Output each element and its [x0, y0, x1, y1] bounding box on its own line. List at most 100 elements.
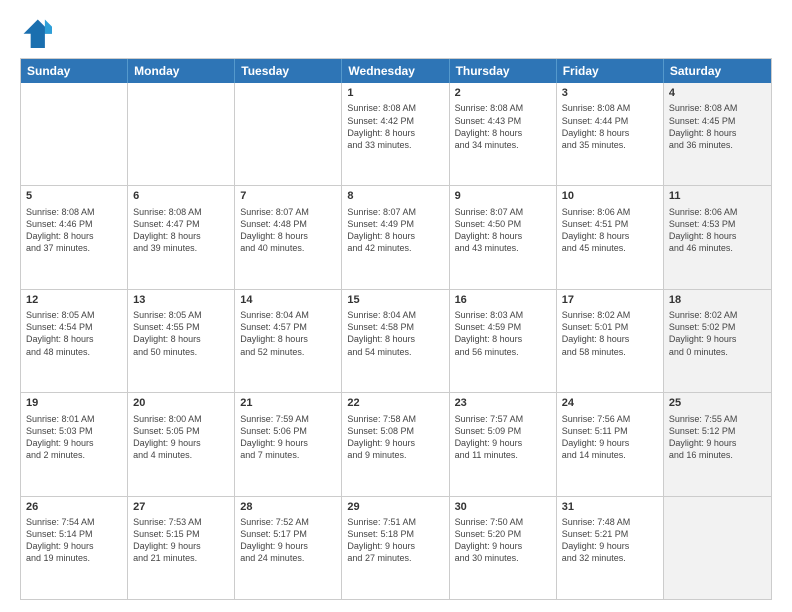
- day-number: 9: [455, 189, 551, 204]
- day-info: Sunrise: 7:50 AM Sunset: 5:20 PM Dayligh…: [455, 516, 551, 565]
- page: SundayMondayTuesdayWednesdayThursdayFrid…: [0, 0, 792, 612]
- weekday-header-monday: Monday: [128, 59, 235, 83]
- calendar-cell: 13Sunrise: 8:05 AM Sunset: 4:55 PM Dayli…: [128, 290, 235, 392]
- day-info: Sunrise: 8:02 AM Sunset: 5:02 PM Dayligh…: [669, 309, 766, 358]
- day-info: Sunrise: 8:08 AM Sunset: 4:47 PM Dayligh…: [133, 206, 229, 255]
- calendar-cell: 11 Sunrise: 8:06 AM Sunset: 4:53 PM Dayli…: [664, 186, 771, 288]
- calendar-cell: 5 Sunrise: 8:08 AM Sunset: 4:46 PM Daylig…: [21, 186, 128, 288]
- day-number: 29: [347, 500, 443, 515]
- day-info: Sunrise: 8:05 AM Sunset: 4:55 PM Dayligh…: [133, 309, 229, 358]
- day-number: 1: [347, 86, 443, 101]
- day-number: 2: [455, 86, 551, 101]
- calendar-cell: 31Sunrise: 7:48 AM Sunset: 5:21 PM Dayli…: [557, 497, 664, 599]
- calendar-cell: 16Sunrise: 8:03 AM Sunset: 4:59 PM Dayli…: [450, 290, 557, 392]
- day-info: Sunrise: 7:52 AM Sunset: 5:17 PM Dayligh…: [240, 516, 336, 565]
- day-info: Sunrise: 8:05 AM Sunset: 4:54 PM Dayligh…: [26, 309, 122, 358]
- day-info: Sunrise: 8:07 AM Sunset: 4:48 PM Dayligh…: [240, 206, 336, 255]
- day-number: 7: [240, 189, 336, 204]
- calendar-cell: 30Sunrise: 7:50 AM Sunset: 5:20 PM Dayli…: [450, 497, 557, 599]
- day-number: 20: [133, 396, 229, 411]
- day-number: 19: [26, 396, 122, 411]
- day-info: Sunrise: 7:55 AM Sunset: 5:12 PM Dayligh…: [669, 413, 766, 462]
- calendar-cell: 12Sunrise: 8:05 AM Sunset: 4:54 PM Dayli…: [21, 290, 128, 392]
- calendar-header: SundayMondayTuesdayWednesdayThursdayFrid…: [21, 59, 771, 83]
- calendar-cell: 4Sunrise: 8:08 AM Sunset: 4:45 PM Daylig…: [664, 83, 771, 185]
- calendar-row-0: 1Sunrise: 8:08 AM Sunset: 4:42 PM Daylig…: [21, 83, 771, 185]
- calendar: SundayMondayTuesdayWednesdayThursdayFrid…: [20, 58, 772, 600]
- day-number: 11: [669, 189, 766, 204]
- calendar-cell: 29Sunrise: 7:51 AM Sunset: 5:18 PM Dayli…: [342, 497, 449, 599]
- calendar-cell: 10Sunrise: 8:06 AM Sunset: 4:51 PM Dayli…: [557, 186, 664, 288]
- day-number: 18: [669, 293, 766, 308]
- day-number: 15: [347, 293, 443, 308]
- day-number: 13: [133, 293, 229, 308]
- calendar-cell: 28Sunrise: 7:52 AM Sunset: 5:17 PM Dayli…: [235, 497, 342, 599]
- calendar-cell: 7 Sunrise: 8:07 AM Sunset: 4:48 PM Daylig…: [235, 186, 342, 288]
- day-number: 17: [562, 293, 658, 308]
- weekday-header-saturday: Saturday: [664, 59, 771, 83]
- calendar-cell: 9 Sunrise: 8:07 AM Sunset: 4:50 PM Daylig…: [450, 186, 557, 288]
- day-info: Sunrise: 8:08 AM Sunset: 4:45 PM Dayligh…: [669, 102, 766, 151]
- weekday-header-friday: Friday: [557, 59, 664, 83]
- calendar-cell: 2Sunrise: 8:08 AM Sunset: 4:43 PM Daylig…: [450, 83, 557, 185]
- day-info: Sunrise: 8:06 AM Sunset: 4:51 PM Dayligh…: [562, 206, 658, 255]
- day-number: 14: [240, 293, 336, 308]
- day-number: 3: [562, 86, 658, 101]
- day-number: 8: [347, 189, 443, 204]
- day-info: Sunrise: 7:58 AM Sunset: 5:08 PM Dayligh…: [347, 413, 443, 462]
- day-number: 21: [240, 396, 336, 411]
- day-info: Sunrise: 8:00 AM Sunset: 5:05 PM Dayligh…: [133, 413, 229, 462]
- day-number: 30: [455, 500, 551, 515]
- calendar-cell: 26Sunrise: 7:54 AM Sunset: 5:14 PM Dayli…: [21, 497, 128, 599]
- day-info: Sunrise: 8:01 AM Sunset: 5:03 PM Dayligh…: [26, 413, 122, 462]
- day-number: 22: [347, 396, 443, 411]
- calendar-body: 1Sunrise: 8:08 AM Sunset: 4:42 PM Daylig…: [21, 83, 771, 599]
- calendar-row-1: 5 Sunrise: 8:08 AM Sunset: 4:46 PM Daylig…: [21, 185, 771, 288]
- calendar-cell: 1Sunrise: 8:08 AM Sunset: 4:42 PM Daylig…: [342, 83, 449, 185]
- calendar-cell: 18Sunrise: 8:02 AM Sunset: 5:02 PM Dayli…: [664, 290, 771, 392]
- day-info: Sunrise: 8:08 AM Sunset: 4:44 PM Dayligh…: [562, 102, 658, 151]
- day-number: 28: [240, 500, 336, 515]
- day-number: 31: [562, 500, 658, 515]
- day-info: Sunrise: 8:08 AM Sunset: 4:43 PM Dayligh…: [455, 102, 551, 151]
- day-number: 25: [669, 396, 766, 411]
- day-number: 23: [455, 396, 551, 411]
- calendar-cell: 24Sunrise: 7:56 AM Sunset: 5:11 PM Dayli…: [557, 393, 664, 495]
- day-number: 4: [669, 86, 766, 101]
- calendar-cell: 21Sunrise: 7:59 AM Sunset: 5:06 PM Dayli…: [235, 393, 342, 495]
- day-info: Sunrise: 7:53 AM Sunset: 5:15 PM Dayligh…: [133, 516, 229, 565]
- day-info: Sunrise: 8:07 AM Sunset: 4:50 PM Dayligh…: [455, 206, 551, 255]
- calendar-cell: 19 Sunrise: 8:01 AM Sunset: 5:03 PM Dayli…: [21, 393, 128, 495]
- day-info: Sunrise: 7:51 AM Sunset: 5:18 PM Dayligh…: [347, 516, 443, 565]
- calendar-cell: 3Sunrise: 8:08 AM Sunset: 4:44 PM Daylig…: [557, 83, 664, 185]
- weekday-header-wednesday: Wednesday: [342, 59, 449, 83]
- weekday-header-thursday: Thursday: [450, 59, 557, 83]
- day-info: Sunrise: 8:04 AM Sunset: 4:57 PM Dayligh…: [240, 309, 336, 358]
- calendar-cell: [664, 497, 771, 599]
- day-info: Sunrise: 8:02 AM Sunset: 5:01 PM Dayligh…: [562, 309, 658, 358]
- weekday-header-sunday: Sunday: [21, 59, 128, 83]
- calendar-cell: 22 Sunrise: 7:58 AM Sunset: 5:08 PM Dayli…: [342, 393, 449, 495]
- calendar-cell: 17Sunrise: 8:02 AM Sunset: 5:01 PM Dayli…: [557, 290, 664, 392]
- day-info: Sunrise: 7:48 AM Sunset: 5:21 PM Dayligh…: [562, 516, 658, 565]
- calendar-cell: [235, 83, 342, 185]
- day-number: 5: [26, 189, 122, 204]
- day-info: Sunrise: 8:06 AM Sunset: 4:53 PM Dayligh…: [669, 206, 766, 255]
- day-number: 6: [133, 189, 229, 204]
- day-info: Sunrise: 8:04 AM Sunset: 4:58 PM Dayligh…: [347, 309, 443, 358]
- calendar-row-3: 19 Sunrise: 8:01 AM Sunset: 5:03 PM Dayli…: [21, 392, 771, 495]
- day-info: Sunrise: 7:57 AM Sunset: 5:09 PM Dayligh…: [455, 413, 551, 462]
- calendar-cell: 20 Sunrise: 8:00 AM Sunset: 5:05 PM Dayli…: [128, 393, 235, 495]
- calendar-cell: [128, 83, 235, 185]
- day-number: 12: [26, 293, 122, 308]
- weekday-header-tuesday: Tuesday: [235, 59, 342, 83]
- calendar-row-4: 26Sunrise: 7:54 AM Sunset: 5:14 PM Dayli…: [21, 496, 771, 599]
- day-number: 24: [562, 396, 658, 411]
- calendar-row-2: 12Sunrise: 8:05 AM Sunset: 4:54 PM Dayli…: [21, 289, 771, 392]
- calendar-cell: 23 Sunrise: 7:57 AM Sunset: 5:09 PM Dayli…: [450, 393, 557, 495]
- calendar-cell: [21, 83, 128, 185]
- calendar-cell: 15Sunrise: 8:04 AM Sunset: 4:58 PM Dayli…: [342, 290, 449, 392]
- day-info: Sunrise: 7:54 AM Sunset: 5:14 PM Dayligh…: [26, 516, 122, 565]
- calendar-cell: 8Sunrise: 8:07 AM Sunset: 4:49 PM Daylig…: [342, 186, 449, 288]
- day-info: Sunrise: 8:08 AM Sunset: 4:46 PM Dayligh…: [26, 206, 122, 255]
